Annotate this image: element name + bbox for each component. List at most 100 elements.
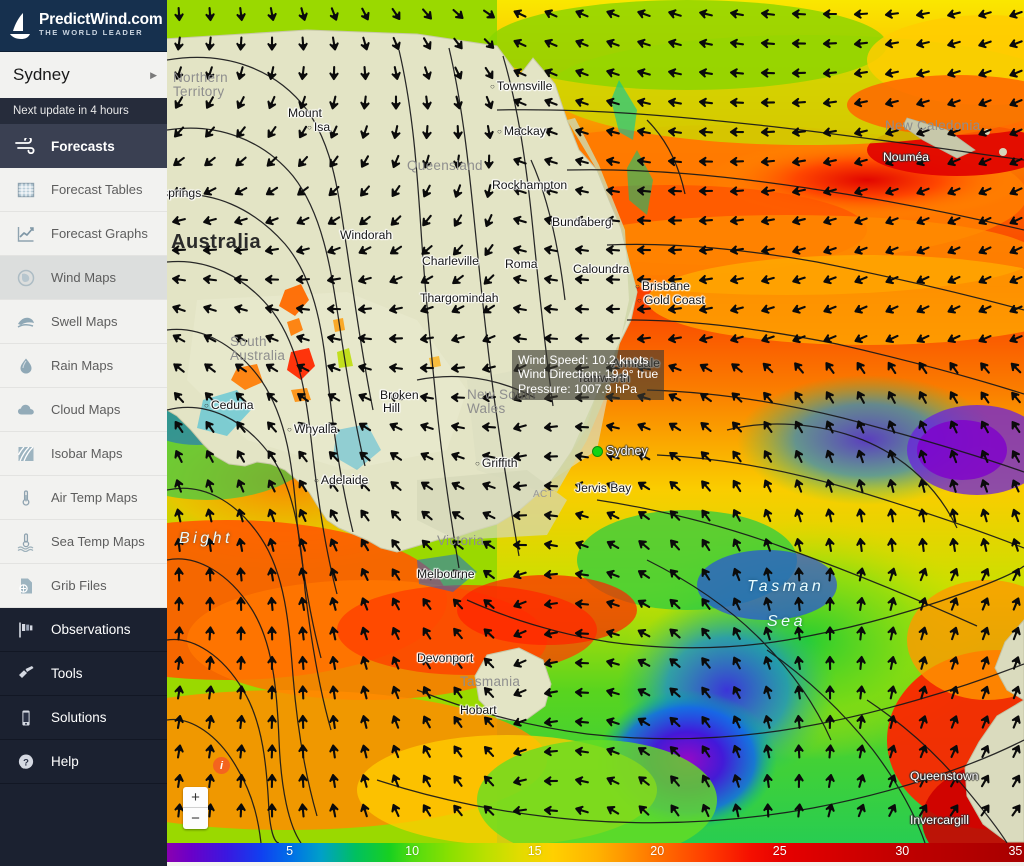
sidebar-item-label: Grib Files [51,578,107,593]
map-city-label: Gold Coast [637,293,705,307]
tooltip-wind-direction: Wind Direction: 19.9° true [518,367,659,382]
sidebar: PredictWind.com THE WORLD LEADER Sydney … [0,0,167,866]
wind-map[interactable]: Northern Territory Queensland Australia Sou… [167,0,1024,843]
sidebar-item-grib-files[interactable]: Grib Files [0,564,167,608]
forecast-nav-group: Forecast Tables Forecast Graphs Wind Map… [0,168,167,608]
sidebar-item-label: Forecasts [51,138,115,154]
table-icon [13,177,39,203]
raindrop-icon [13,353,39,379]
map-sea-label: Bight [179,530,233,547]
map-city-label: Melbourne [417,567,475,581]
map-region-label: Australia [171,231,262,253]
sidebar-item-observations[interactable]: Observations [0,608,167,652]
map-city-label: Ceduna [204,398,254,412]
zoom-out-label: − [191,810,200,827]
sidebar-item-cloud-maps[interactable]: Cloud Maps [0,388,167,432]
map-city-label: springs [167,186,202,200]
colorbar-tick: 15 [527,844,542,858]
wind-icon [13,133,39,159]
sidebar-item-forecast-tables[interactable]: Forecast Tables [0,168,167,212]
map-city-label: Hobart [460,703,497,717]
info-pin-label: i [219,759,224,772]
colorbar-tick: 30 [895,844,910,858]
sidebar-item-wind-maps[interactable]: Wind Maps [0,256,167,300]
sidebar-item-isobar-maps[interactable]: Isobar Maps [0,432,167,476]
sailboat-icon [8,11,36,41]
sidebar-item-label: Forecast Tables [51,182,143,197]
map-region-label: Tasmania [460,674,521,689]
map-city-label: Roma [505,257,538,271]
question-icon: ? [13,749,39,775]
sidebar-item-label: Observations [51,622,131,637]
sidebar-item-rain-maps[interactable]: Rain Maps [0,344,167,388]
location-name: Sydney [13,65,70,84]
wind-speed-colorbar: 5 10 15 20 25 30 35 [167,843,1024,866]
zoom-in-label: + [191,788,200,806]
map-city-label: Nouméa [883,150,930,164]
map-city-label: Broken [380,388,419,402]
map-city-label: Bundaberg [552,215,612,229]
sidebar-item-air-temp-maps[interactable]: Air Temp Maps [0,476,167,520]
colorbar-tick: 35 [1008,844,1023,858]
colorbar-tick: 10 [405,844,420,858]
sidebar-item-swell-maps[interactable]: Swell Maps [0,300,167,344]
map-city-label: Rockhampton [492,178,568,192]
map-city-label: Hill [383,401,400,415]
map-city-label: Isa [307,120,330,134]
info-pin-icon[interactable]: i [213,757,230,774]
sidebar-item-forecast-graphs[interactable]: Forecast Graphs [0,212,167,256]
brand-logo[interactable]: PredictWind.com THE WORLD LEADER [0,0,167,52]
sidebar-item-label: Solutions [51,710,107,725]
chevron-right-icon: ▶ [150,69,157,80]
sydney-label: Sydney [606,444,648,458]
bottom-nav-group: Observations Tools Solutions ? Help [0,608,167,784]
sidebar-item-label: Help [51,754,79,769]
sea-thermometer-icon [13,529,39,555]
map-labels: Northern Territory Queensland Australia Sou… [167,0,1024,843]
svg-text:?: ? [23,757,29,768]
colorbar-tick: 20 [650,844,665,858]
globe-icon [13,265,39,291]
flags-icon [13,617,39,643]
sidebar-item-label: Isobar Maps [51,446,123,461]
sidebar-item-solutions[interactable]: Solutions [0,696,167,740]
map-zoom-controls: + − [183,787,208,829]
sidebar-item-forecasts[interactable]: Forecasts [0,124,167,168]
next-update-banner: Next update in 4 hours [0,98,167,124]
sidebar-item-sea-temp-maps[interactable]: Sea Temp Maps [0,520,167,564]
sidebar-item-label: Air Temp Maps [51,490,138,505]
sidebar-item-label: Cloud Maps [51,402,121,417]
cloud-icon [13,397,39,423]
line-chart-icon [13,221,39,247]
map-city-label: Jervis Bay [575,481,632,495]
brand-tagline: THE WORLD LEADER [39,28,144,38]
isobar-icon [13,441,39,467]
phone-icon [13,705,39,731]
zoom-in-button[interactable]: + [183,787,208,808]
map-region-label: ACT [533,489,554,500]
wave-icon [13,309,39,335]
map-region-label: Victoria [437,533,485,548]
map-city-label: Mount [288,106,322,120]
tooltip-wind-speed: Wind Speed: 10.2 knots [518,353,649,367]
sidebar-item-tools[interactable]: Tools [0,652,167,696]
map-city-label: Invercargill [910,813,969,827]
map-sea-label: Tasman [747,578,825,595]
sydney-location-marker[interactable]: Sydney [592,444,648,458]
tooltip-pressure: Pressure: 1007.9 hPa [518,381,637,396]
thermometer-icon [13,485,39,511]
hammer-icon [13,661,39,687]
location-selector[interactable]: Sydney ▶ [0,52,167,98]
sidebar-item-label: Rain Maps [51,358,114,373]
map-city-label: Adelaide [314,473,368,487]
map-city-label: Townsville [490,79,553,93]
sidebar-item-label: Forecast Graphs [51,226,148,241]
map-city-label: Windorah [340,228,393,242]
map-city-label: Mackay [497,124,546,138]
next-update-text: Next update in 4 hours [13,105,129,117]
map-city-label: Caloundra [573,262,630,276]
map-region-label: Queensland [407,158,483,173]
sidebar-item-help[interactable]: ? Help [0,740,167,784]
zoom-out-button[interactable]: − [183,808,208,829]
location-dot-icon [592,445,603,457]
